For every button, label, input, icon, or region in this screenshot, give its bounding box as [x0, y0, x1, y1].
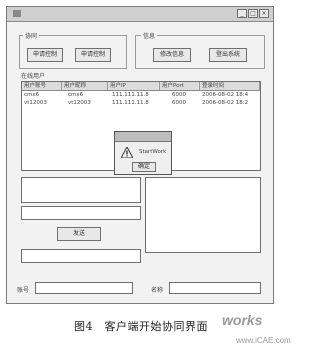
app-icon	[13, 10, 21, 17]
table-row[interactable]: vt12003 vt12003 111.111.11.8 6000 2006-0…	[22, 100, 260, 107]
table-row[interactable]: cmx6 cmx6 111.111.11.8 6000 2006-08-02 1…	[22, 92, 260, 99]
column-ip[interactable]: 用户IP	[108, 82, 160, 90]
modify-info-button[interactable]: 修改信息	[153, 48, 191, 62]
cell-login-time: 2006-08-02 18:4	[202, 92, 249, 98]
name-label: 名称	[149, 285, 166, 294]
message-display-area[interactable]	[21, 177, 141, 203]
dialog-message: StartWork	[139, 149, 167, 155]
message-dialog: StartWork 确定	[114, 131, 172, 175]
column-account[interactable]: 用户账号	[22, 82, 62, 90]
list-header: 用户账号 用户昵称 用户IP 用户Port 登录时间	[22, 82, 260, 91]
title-bar[interactable]: _ □ ×	[7, 7, 273, 22]
online-users-label: 在线用户	[19, 71, 48, 80]
cell-port: 6000	[172, 100, 186, 106]
info-group-label: 信息	[141, 31, 158, 40]
cell-ip: 111.111.11.8	[112, 100, 149, 106]
column-nickname[interactable]: 用户昵称	[62, 82, 108, 90]
column-port[interactable]: 用户Port	[160, 82, 200, 90]
name-field[interactable]	[169, 282, 261, 294]
request-control-button[interactable]: 申请控制	[27, 48, 63, 62]
account-label: 账号	[15, 285, 32, 294]
dialog-title-bar[interactable]	[115, 132, 171, 142]
cell-account: vt12003	[24, 100, 47, 106]
warning-icon	[121, 147, 133, 158]
message-input[interactable]	[21, 206, 141, 220]
minimize-button[interactable]: _	[237, 9, 247, 18]
cell-nickname: cmx6	[68, 92, 84, 98]
account-field[interactable]	[35, 282, 133, 294]
status-field[interactable]	[21, 249, 141, 263]
watermark-logo: works	[222, 312, 263, 328]
request-control-button-2[interactable]: 申请控制	[75, 48, 111, 62]
close-button[interactable]: ×	[259, 9, 269, 18]
logout-button[interactable]: 登出系统	[209, 48, 247, 62]
send-button[interactable]: 发送	[57, 227, 101, 241]
column-login-time[interactable]: 登录时间	[200, 82, 260, 90]
collaboration-area[interactable]	[145, 177, 261, 253]
cell-login-time: 2006-08-02 18:2	[202, 100, 249, 106]
cell-port: 6000	[172, 92, 186, 98]
watermark-site: www.iCAE.com	[236, 336, 291, 345]
collaboration-group-label: 协同	[23, 31, 40, 40]
ok-button[interactable]: 确定	[132, 162, 156, 172]
cell-account: cmx6	[24, 92, 40, 98]
cell-ip: 111.111.11.8	[112, 92, 149, 98]
maximize-button[interactable]: □	[248, 9, 258, 18]
cell-nickname: vt12003	[68, 100, 91, 106]
